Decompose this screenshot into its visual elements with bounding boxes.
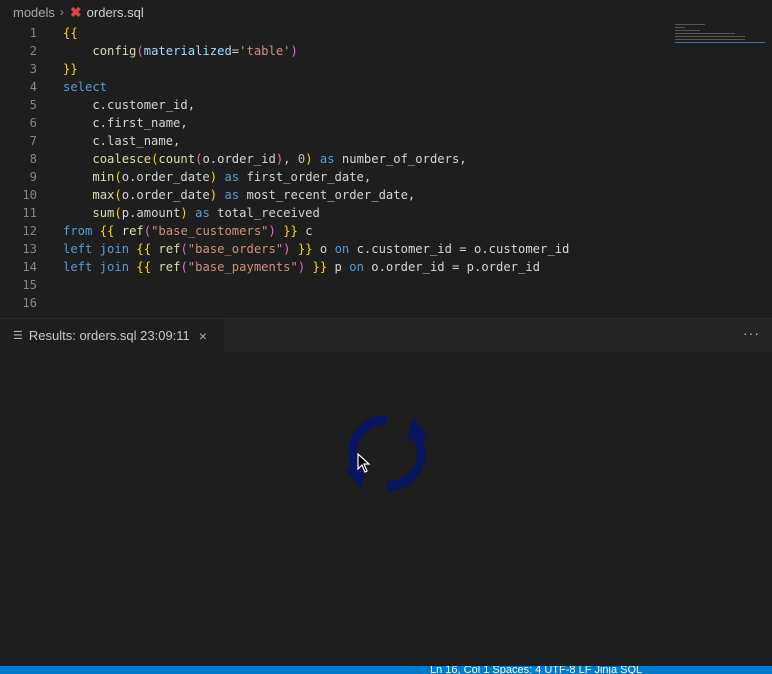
line-number: 3 [29,62,37,76]
code-line: 3}} [0,60,700,78]
line-number: 2 [29,44,37,58]
status-bar-text[interactable]: Ln 16, Col 1 Spaces: 4 UTF-8 LF Jinja SQ… [430,666,642,674]
close-icon[interactable]: × [199,328,207,344]
line-number: 9 [29,170,37,184]
code-line: 4 select [0,78,700,96]
results-tab[interactable]: ☰ Results: orders.sql 23:09:11 × [0,319,224,352]
code-line: 15 [0,276,700,294]
status-bar: Ln 16, Col 1 Spaces: 4 UTF-8 LF Jinja SQ… [0,666,772,674]
code-line: 13 left join {{ ref("base_orders") }} o o… [0,240,700,258]
line-number: 4 [29,80,37,94]
line-number: 11 [22,206,37,220]
loading-spinner-icon [345,414,429,492]
code-line: 2 config(materialized='table') [0,42,700,60]
code-line: 16 [0,294,700,312]
code-line: 7 c.last_name, [0,132,700,150]
code-line: 8 coalesce(count(o.order_id), 0) as numb… [0,150,700,168]
line-number: 5 [29,98,37,112]
line-number: 8 [29,152,37,166]
code-line: 11 sum(p.amount) as total_received [0,204,700,222]
minimap[interactable] [675,24,765,64]
results-body [0,352,772,666]
code-editor[interactable]: 1{{ 2 config(materialized='table') 3}} 4… [0,24,772,318]
chevron-right-icon: › [59,5,64,19]
breadcrumb: models › ✖ orders.sql [0,0,772,24]
more-actions-icon[interactable]: ··· [743,325,760,341]
code-line: 10 max(o.order_date) as most_recent_orde… [0,186,700,204]
line-number: 13 [22,242,37,256]
breadcrumb-folder[interactable]: models [13,5,55,20]
code-line: 9 min(o.order_date) as first_order_date, [0,168,700,186]
line-number: 14 [22,260,37,274]
panel-header: ☰ Results: orders.sql 23:09:11 × ··· [0,319,772,352]
code-line: 5 c.customer_id, [0,96,700,114]
list-icon: ☰ [13,330,23,342]
line-number: 12 [22,224,37,238]
line-number: 6 [29,116,37,130]
line-number: 7 [29,134,37,148]
line-number: 15 [22,278,37,292]
line-number: 10 [22,188,37,202]
line-number: 1 [29,26,37,40]
code-line: 1{{ [0,24,700,42]
dbt-file-icon: ✖ [69,3,82,20]
results-tab-title: Results: orders.sql 23:09:11 [28,328,190,343]
line-number: 16 [22,296,37,310]
breadcrumb-file[interactable]: orders.sql [87,5,144,20]
code-line: 14 left join {{ ref("base_payments") }} p… [0,258,700,276]
code-line: 12 from {{ ref("base_customers") }} c [0,222,700,240]
code-line: 6 c.first_name, [0,114,700,132]
mouse-cursor-icon [357,453,371,473]
